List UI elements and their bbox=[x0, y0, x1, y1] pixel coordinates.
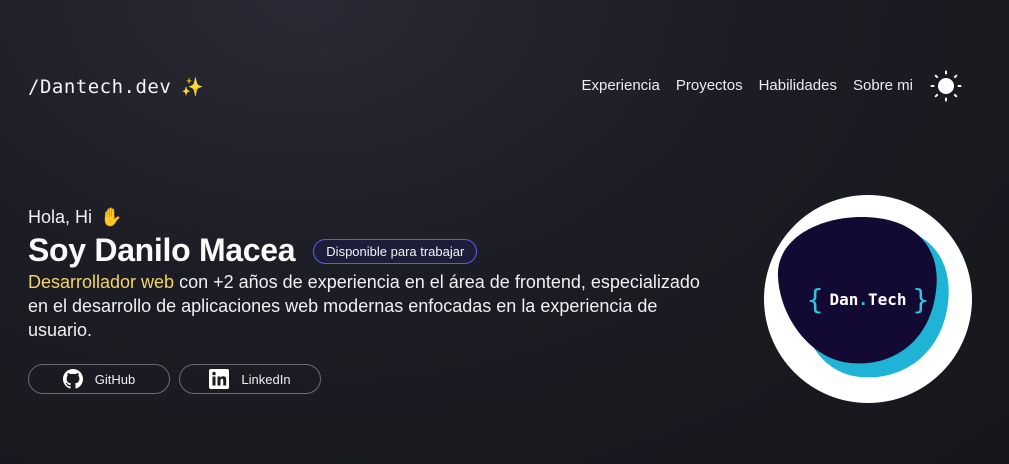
avatar: { Dan.Tech } bbox=[764, 195, 972, 403]
role-highlight: Desarrollador web bbox=[28, 272, 175, 292]
avatar-dot: . bbox=[858, 289, 868, 309]
raised-hand-icon: ✋ bbox=[100, 207, 123, 227]
greeting: Hola, Hi ✋ bbox=[28, 207, 122, 228]
avatar-text-b: Tech bbox=[868, 289, 907, 309]
social-links: GitHub LinkedIn bbox=[28, 364, 321, 394]
github-button[interactable]: GitHub bbox=[28, 364, 170, 394]
github-label: GitHub bbox=[94, 371, 136, 387]
nav-item-proyectos[interactable]: Proyectos bbox=[676, 77, 743, 94]
close-brace-icon: } bbox=[912, 282, 930, 316]
linkedin-icon bbox=[209, 369, 230, 389]
availability-badge: Disponible para trabajar bbox=[313, 239, 478, 264]
sparkles-icon: ✨ bbox=[181, 76, 205, 98]
hero-title: Soy Danilo Macea bbox=[28, 232, 296, 268]
linkedin-button[interactable]: LinkedIn bbox=[179, 364, 321, 394]
main-nav: Experiencia Proyectos Habilidades Sobre … bbox=[581, 77, 913, 94]
nav-item-habilidades[interactable]: Habilidades bbox=[759, 77, 837, 94]
nav-item-experiencia[interactable]: Experiencia bbox=[581, 77, 659, 94]
avatar-logo-text: { Dan.Tech } bbox=[764, 195, 972, 403]
sun-icon bbox=[930, 70, 962, 102]
greeting-text: Hola, Hi bbox=[28, 207, 93, 227]
linkedin-label: LinkedIn bbox=[241, 371, 291, 387]
open-brace-icon: { bbox=[806, 282, 824, 316]
site-logo[interactable]: /Dantech.dev ✨ bbox=[28, 76, 204, 98]
theme-toggle-button[interactable] bbox=[930, 70, 962, 102]
nav-item-sobre-mi[interactable]: Sobre mi bbox=[853, 77, 913, 94]
name-row: Soy Danilo Macea Disponible para trabaja… bbox=[28, 232, 478, 269]
github-icon bbox=[62, 369, 83, 389]
avatar-text-a: Dan bbox=[829, 289, 859, 309]
hero-description: Desarrollador web con +2 años de experie… bbox=[28, 270, 718, 342]
logo-text: /Dantech.dev bbox=[28, 76, 172, 98]
